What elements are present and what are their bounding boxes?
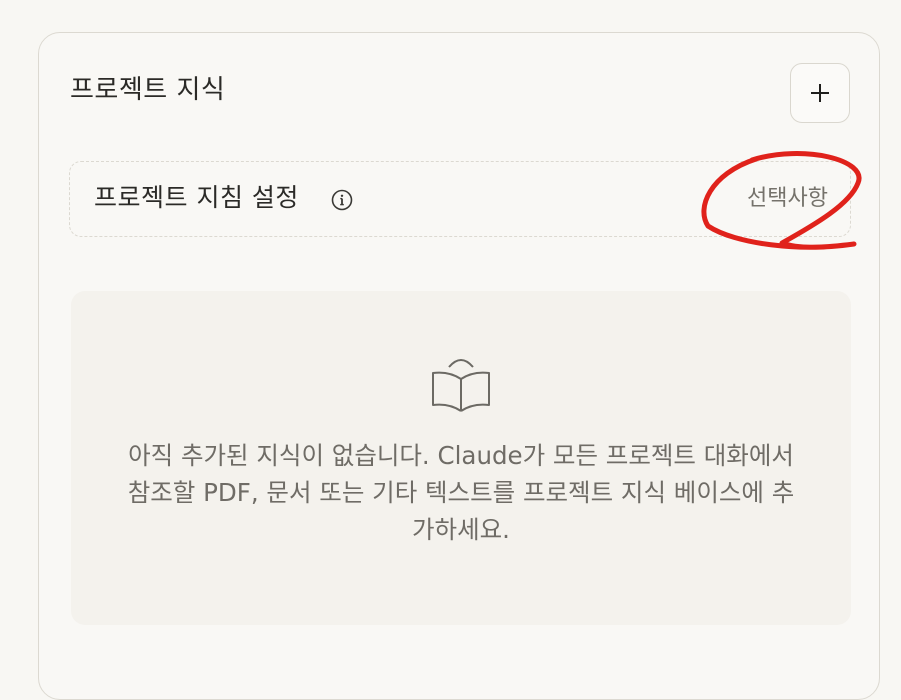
info-icon[interactable] xyxy=(331,189,353,211)
project-instructions-row[interactable]: 프로젝트 지침 설정 선택사항 xyxy=(69,161,851,237)
book-icon xyxy=(432,359,490,412)
empty-knowledge-message: 아직 추가된 지식이 없습니다. Claude가 모든 프로젝트 대화에서 참조… xyxy=(127,441,795,544)
project-knowledge-title: 프로젝트 지식 xyxy=(70,75,226,105)
optional-label: 선택사항 xyxy=(747,186,828,211)
plus-icon xyxy=(811,84,829,102)
empty-knowledge-state: 아직 추가된 지식이 없습니다. Claude가 모든 프로젝트 대화에서 참조… xyxy=(71,291,851,625)
project-instructions-label: 프로젝트 지침 설정 xyxy=(94,183,299,212)
project-knowledge-panel: 프로젝트 지식 프로젝트 지침 설정 선택사항 아직 추가된 지식이 없습니다.… xyxy=(38,32,880,700)
add-knowledge-button[interactable] xyxy=(790,63,850,123)
